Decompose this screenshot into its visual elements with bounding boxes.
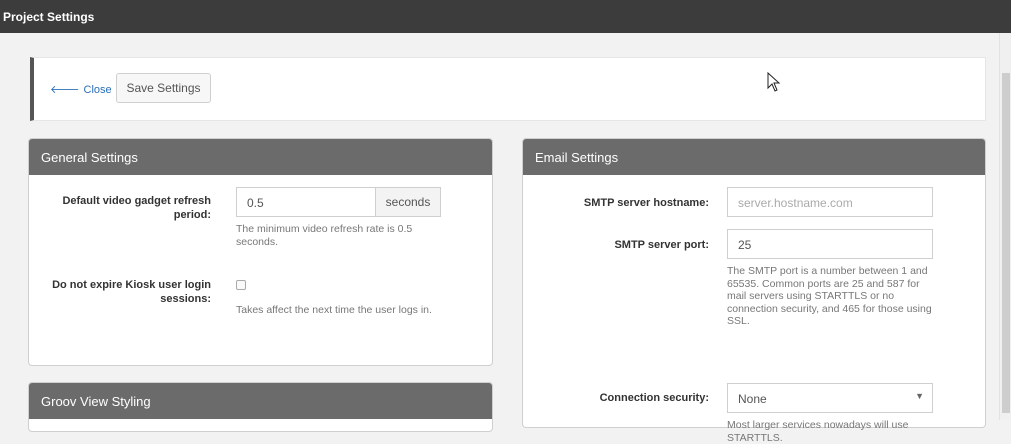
refresh-period-label: Default video gadget refresh period: [62,195,211,221]
connection-security-label: Connection security: [599,392,709,404]
chevron-down-icon: ▼ [915,391,924,401]
connection-security-select[interactable]: None ▼ [727,383,933,413]
groov-view-styling-header: Groov View Styling [29,383,492,419]
mouse-pointer-icon [767,71,781,95]
smtp-hostname-label: SMTP server hostname: [583,197,709,209]
refresh-period-help: The minimum video refresh rate is 0.5 se… [236,223,413,248]
settings-toolbar: 🡐 Close Save Settings [30,57,986,121]
smtp-hostname-input[interactable]: server.hostname.com [727,187,933,217]
email-settings-panel: Email Settings SMTP server hostname: ser… [522,138,986,444]
groov-view-styling-panel: Groov View Styling [28,382,493,432]
save-settings-button[interactable]: Save Settings [116,73,211,103]
smtp-port-input[interactable]: 25 [727,229,933,259]
refresh-period-input[interactable]: 0.5 [236,187,376,217]
connection-security-help: Most larger services nowadays will use S… [727,419,909,444]
close-label: Close [83,84,112,96]
kiosk-expire-checkbox[interactable] [236,280,246,290]
smtp-port-help: The SMTP port is a number between 1 and … [727,265,932,327]
smtp-port-label: SMTP server port: [614,239,709,251]
scrollbar-thumb[interactable] [1002,73,1010,413]
email-settings-header: Email Settings [523,139,985,175]
general-settings-header: General Settings [29,139,492,175]
refresh-unit-addon: seconds [375,187,441,217]
close-link[interactable]: 🡐 Close [50,82,112,96]
kiosk-expire-help: Takes affect the next time the user logs… [236,304,432,316]
kiosk-expire-label: Do not expire Kiosk user login sessions: [52,279,211,305]
arrow-left-icon: 🡐 [50,84,80,96]
connection-security-value: None [738,392,767,406]
window-title: Project Settings [0,0,1011,33]
general-settings-panel: General Settings Default video gadget re… [28,138,493,366]
vertical-scrollbar[interactable] [999,33,1011,420]
